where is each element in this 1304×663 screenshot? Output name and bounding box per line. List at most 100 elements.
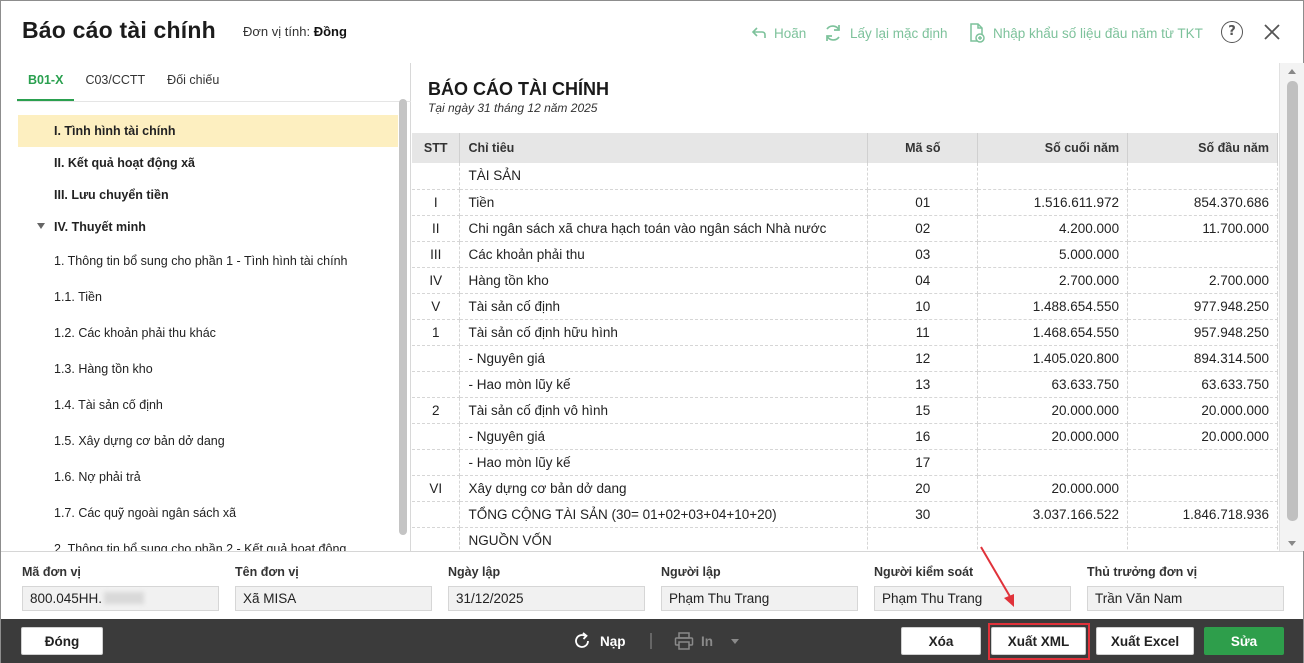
cell-stt: III bbox=[412, 241, 461, 268]
tree-item-label: 1.4. Tài sản cố định bbox=[54, 398, 163, 412]
footer-separator bbox=[650, 633, 652, 649]
head-of-unit-input[interactable]: Trần Văn Nam bbox=[1087, 586, 1284, 611]
table-row[interactable]: 1 Tài sản cố định hữu hình 11 1.468.654.550… bbox=[412, 319, 1278, 346]
cell-chi-tieu: TỔNG CỘNG TÀI SẢN (30= 01+02+03+04+10+20… bbox=[459, 501, 869, 528]
tree-item-ket-qua-hoat-dong[interactable]: II. Kết quả hoạt động xã bbox=[18, 147, 398, 179]
cell-so-dau-nam: 1.846.718.936 bbox=[1127, 501, 1278, 528]
dialog-title: Báo cáo tài chính bbox=[22, 17, 216, 43]
undo-label: Hoãn bbox=[774, 25, 807, 41]
tree-item-thuyet-minh[interactable]: IV. Thuyết minh bbox=[18, 211, 398, 243]
export-excel-button[interactable]: Xuất Excel bbox=[1096, 627, 1194, 655]
col-header-chi-tieu: Chỉ tiêu bbox=[459, 133, 869, 163]
table-row[interactable]: - Nguyên giá 16 20.000.000 20.000.000 bbox=[412, 423, 1278, 450]
tree-item-hang-ton-kho[interactable]: 1.3. Hàng tồn kho bbox=[18, 351, 398, 387]
table-row[interactable]: NGUỒN VỐN bbox=[412, 527, 1278, 551]
table-row[interactable]: - Hao mòn lũy kế 17 bbox=[412, 449, 1278, 476]
tree-item-thong-tin-bo-sung-1[interactable]: 1. Thông tin bổ sung cho phần 1 - Tình h… bbox=[18, 243, 398, 279]
unit-code-input[interactable]: 800.045HH. bbox=[22, 586, 219, 611]
collapse-caret-icon[interactable] bbox=[37, 223, 45, 229]
cell-chi-tieu: Tài sản cố định vô hình bbox=[459, 397, 869, 424]
tree-item-quy-ngoai-ngan-sach[interactable]: 1.7. Các quỹ ngoài ngân sách xã bbox=[18, 495, 398, 531]
cell-so-dau-nam: 2.700.000 bbox=[1127, 267, 1278, 294]
table-row[interactable]: II Chi ngân sách xã chưa hạch toán vào ng… bbox=[412, 215, 1278, 242]
scroll-up-icon[interactable] bbox=[1288, 69, 1296, 74]
tree-item-luu-chuyen-tien[interactable]: III. Lưu chuyển tiền bbox=[18, 179, 398, 211]
tree-item-label: I. Tình hình tài chính bbox=[54, 124, 176, 138]
tree-item-tinh-hinh-tai-chinh[interactable]: I. Tình hình tài chính bbox=[18, 115, 398, 147]
tab-b01-x[interactable]: B01-X bbox=[17, 63, 75, 101]
cell-chi-tieu: Tài sản cố định hữu hình bbox=[459, 319, 869, 346]
report-scrollbar-thumb[interactable] bbox=[1287, 81, 1298, 521]
cell-chi-tieu: Các khoản phải thu bbox=[459, 241, 869, 268]
close-icon[interactable] bbox=[1262, 22, 1282, 42]
preparer-input[interactable]: Phạm Thu Trang bbox=[661, 586, 858, 611]
tree-item-no-phai-tra[interactable]: 1.6. Nợ phải trả bbox=[18, 459, 398, 495]
tree-item-tien[interactable]: 1.1. Tiền bbox=[18, 279, 398, 315]
table-row[interactable]: TÀI SẢN bbox=[412, 163, 1278, 190]
report-preview-panel: BÁO CÁO TÀI CHÍNH Tại ngày 31 tháng 12 n… bbox=[412, 63, 1304, 551]
cell-so-dau-nam: 20.000.000 bbox=[1127, 423, 1278, 450]
tree-scrollbar-thumb[interactable] bbox=[399, 99, 407, 535]
table-row[interactable]: 2 Tài sản cố định vô hình 15 20.000.000 20.0… bbox=[412, 397, 1278, 424]
edit-button[interactable]: Sửa bbox=[1204, 627, 1284, 655]
cell-so-cuoi-nam: 63.633.750 bbox=[977, 371, 1129, 398]
tree-item-label: II. Kết quả hoạt động xã bbox=[54, 156, 195, 170]
cell-so-cuoi-nam: 3.037.166.522 bbox=[977, 501, 1129, 528]
checker-field: Người kiểm soát Phạm Thu Trang bbox=[874, 565, 1071, 611]
tree-item-thong-tin-bo-sung-2[interactable]: 2. Thông tin bổ sung cho phần 2 - Kết qu… bbox=[18, 531, 398, 551]
cell-so-dau-nam bbox=[1127, 475, 1278, 502]
table-row[interactable]: I Tiền 01 1.516.611.972 854.370.686 bbox=[412, 189, 1278, 216]
scroll-down-icon[interactable] bbox=[1288, 541, 1296, 546]
tree-item-phai-thu-khac[interactable]: 1.2. Các khoản phải thu khác bbox=[18, 315, 398, 351]
unit-code-label: Mã đơn vị bbox=[22, 565, 81, 579]
import-opening-label: Nhập khẩu số liệu đầu năm từ TKT bbox=[993, 25, 1203, 41]
reload-button[interactable]: Nạp bbox=[572, 629, 626, 653]
tree-scrollbar[interactable] bbox=[399, 99, 407, 535]
table-row[interactable]: - Hao mòn lũy kế 13 63.633.750 63.633.750 bbox=[412, 371, 1278, 398]
cell-so-cuoi-nam: 20.000.000 bbox=[977, 397, 1129, 424]
cell-chi-tieu: Hàng tồn kho bbox=[459, 267, 869, 294]
cell-so-cuoi-nam: 1.468.654.550 bbox=[977, 319, 1129, 346]
table-row[interactable]: III Các khoản phải thu 03 5.000.000 bbox=[412, 241, 1278, 268]
report-scrollbar[interactable] bbox=[1279, 63, 1304, 551]
cell-chi-tieu: - Nguyên giá bbox=[459, 345, 869, 372]
reset-default-label: Lấy lại mặc định bbox=[850, 25, 948, 41]
cell-chi-tieu: Tiền bbox=[459, 189, 869, 216]
tree-item-label: IV. Thuyết minh bbox=[54, 220, 146, 234]
cell-stt bbox=[412, 423, 461, 450]
preparer-label: Người lập bbox=[661, 565, 721, 579]
help-icon[interactable]: ? bbox=[1221, 21, 1243, 43]
cell-chi-tieu: NGUỒN VỐN bbox=[459, 527, 869, 551]
import-opening-button[interactable]: Nhập khẩu số liệu đầu năm từ TKT bbox=[968, 21, 1203, 45]
tree-item-xdcb-do-dang[interactable]: 1.5. Xây dựng cơ bản dở dang bbox=[18, 423, 398, 459]
undo-button[interactable]: Hoãn bbox=[751, 21, 806, 45]
cell-so-cuoi-nam: 1.405.020.800 bbox=[977, 345, 1129, 372]
table-row[interactable]: - Nguyên giá 12 1.405.020.800 894.314.500 bbox=[412, 345, 1278, 372]
cell-so-cuoi-nam: 20.000.000 bbox=[977, 423, 1129, 450]
reset-default-button[interactable]: Lấy lại mặc định bbox=[823, 21, 948, 45]
print-button[interactable]: In bbox=[674, 629, 739, 653]
close-button[interactable]: Đóng bbox=[21, 627, 103, 655]
checker-input[interactable]: Phạm Thu Trang bbox=[874, 586, 1071, 611]
unit-name-input[interactable]: Xã MISA bbox=[235, 586, 432, 611]
delete-button[interactable]: Xóa bbox=[901, 627, 981, 655]
table-row[interactable]: IV Hàng tồn kho 04 2.700.000 2.700.000 bbox=[412, 267, 1278, 294]
tab-c03-cctt[interactable]: C03/CCTT bbox=[74, 63, 156, 101]
unit-code-field: Mã đơn vị 800.045HH. bbox=[22, 565, 219, 611]
unit-of-measure: Đơn vị tính: Đồng bbox=[243, 24, 347, 39]
print-dropdown-icon[interactable] bbox=[731, 638, 739, 644]
table-row[interactable]: VI Xây dựng cơ bản dở dang 20 20.000.000 bbox=[412, 475, 1278, 502]
col-header-stt: STT bbox=[412, 133, 461, 163]
report-tabs: B01-X C03/CCTT Đối chiếu bbox=[17, 63, 230, 101]
cell-so-cuoi-nam: 5.000.000 bbox=[977, 241, 1129, 268]
tree-item-label: 1.6. Nợ phải trả bbox=[54, 470, 141, 484]
report-date-input[interactable]: 31/12/2025 bbox=[448, 586, 645, 611]
tree-item-tai-san-co-dinh[interactable]: 1.4. Tài sản cố định bbox=[18, 387, 398, 423]
export-xml-button[interactable]: Xuất XML bbox=[991, 627, 1086, 655]
table-row[interactable]: V Tài sản cố định 10 1.488.654.550 977.948.2… bbox=[412, 293, 1278, 320]
cell-so-dau-nam: 11.700.000 bbox=[1127, 215, 1278, 242]
tab-doi-chieu[interactable]: Đối chiếu bbox=[156, 63, 230, 101]
report-table: STT Chỉ tiêu Mã số Số cuối năm Số đầu nă… bbox=[412, 133, 1278, 551]
preparer-field: Người lập Phạm Thu Trang bbox=[661, 565, 858, 611]
table-row[interactable]: TỔNG CỘNG TÀI SẢN (30= 01+02+03+04+10+20… bbox=[412, 501, 1278, 528]
